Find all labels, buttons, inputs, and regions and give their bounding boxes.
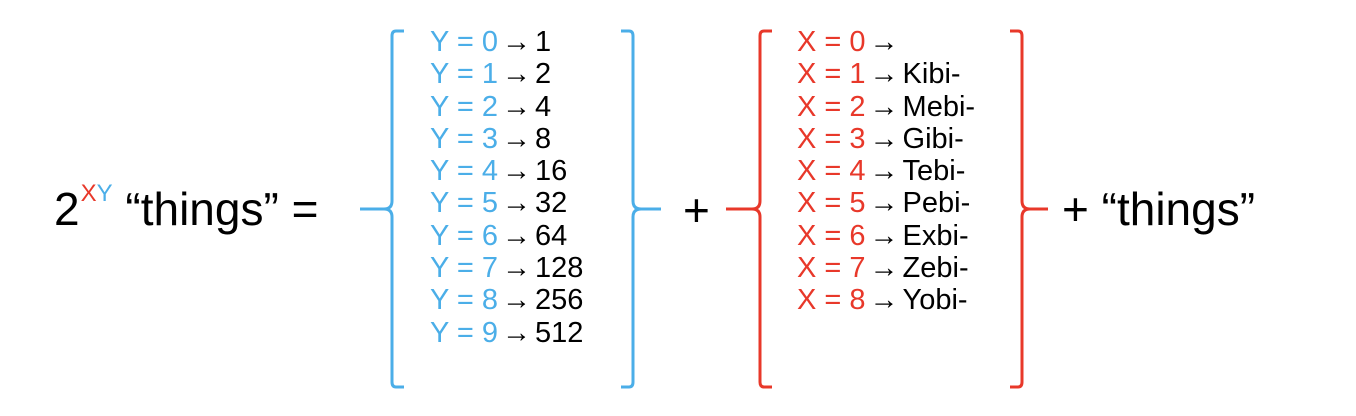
formula-things-equals: “things” = bbox=[125, 183, 319, 235]
formula-exponent: XY bbox=[81, 180, 113, 207]
x-row: X = 7 → Zebi- bbox=[797, 252, 975, 284]
arrow-icon: → bbox=[869, 58, 899, 91]
x-label: X = 7 bbox=[797, 252, 866, 285]
y-value: 256 bbox=[535, 284, 584, 317]
x-label: X = 4 bbox=[797, 155, 866, 188]
arrow-icon: → bbox=[502, 252, 531, 285]
y-row: Y = 1 → 2 bbox=[430, 58, 583, 90]
y-bracket-left bbox=[380, 29, 404, 389]
x-prefix: Pebi- bbox=[902, 187, 971, 220]
arrow-icon: → bbox=[502, 58, 531, 91]
arrow-icon: → bbox=[502, 316, 531, 349]
x-row: X = 6 → Exbi- bbox=[797, 220, 975, 252]
x-label: X = 8 bbox=[797, 284, 866, 317]
y-label: Y = 6 bbox=[430, 219, 498, 252]
arrow-icon: → bbox=[869, 252, 899, 285]
x-label: X = 1 bbox=[797, 58, 866, 91]
arrow-icon: → bbox=[869, 187, 899, 220]
y-row: Y = 5 → 32 bbox=[430, 187, 583, 219]
arrow-icon: → bbox=[502, 219, 531, 252]
y-value: 8 bbox=[535, 122, 552, 155]
x-row: X = 8 → Yobi- bbox=[797, 284, 975, 316]
exponent-y: Y bbox=[96, 180, 113, 207]
y-label: Y = 8 bbox=[430, 284, 498, 317]
x-row: X = 3 → Gibi- bbox=[797, 123, 975, 155]
y-row: Y = 6 → 64 bbox=[430, 220, 583, 252]
y-value: 4 bbox=[535, 90, 552, 123]
x-table: X = 0 → X = 1 → Kibi- X = 2 → Mebi- X = 3 → Gib… bbox=[797, 26, 975, 317]
arrow-icon: → bbox=[869, 155, 899, 188]
y-label: Y = 1 bbox=[430, 58, 498, 91]
y-row: Y = 7 → 128 bbox=[430, 252, 583, 284]
y-value: 32 bbox=[535, 187, 568, 220]
plus-sign: + bbox=[683, 184, 710, 236]
exponent-x: X bbox=[80, 180, 97, 207]
y-value: 512 bbox=[535, 316, 584, 349]
x-prefix: Mebi- bbox=[902, 90, 976, 123]
binary-prefix-diagram: 2XY “things” = Y = 0 → 1 Y = 1 → 2 Y = 2 → 4 Y… bbox=[0, 0, 1356, 416]
y-label: Y = 2 bbox=[430, 90, 498, 123]
y-label: Y = 0 bbox=[430, 26, 498, 58]
arrow-icon: → bbox=[869, 284, 899, 317]
y-row: Y = 9 → 512 bbox=[430, 317, 583, 349]
x-bracket-left bbox=[748, 29, 772, 389]
x-prefix: Kibi- bbox=[902, 58, 961, 91]
x-row: X = 5 → Pebi- bbox=[797, 187, 975, 219]
x-label: X = 0 bbox=[797, 26, 866, 58]
y-label: Y = 9 bbox=[430, 316, 498, 349]
y-label: Y = 7 bbox=[430, 252, 498, 285]
arrow-icon: → bbox=[869, 219, 899, 252]
x-label: X = 3 bbox=[797, 122, 866, 155]
y-value: 64 bbox=[535, 219, 568, 252]
x-label: X = 6 bbox=[797, 219, 866, 252]
formula-base: 2 bbox=[54, 183, 80, 235]
y-label: Y = 4 bbox=[430, 155, 498, 188]
arrow-icon: → bbox=[869, 26, 899, 58]
formula-right-things: + “things” bbox=[1062, 183, 1256, 235]
y-row: Y = 4 → 16 bbox=[430, 155, 583, 187]
x-prefix: Zebi- bbox=[902, 252, 969, 285]
arrow-icon: → bbox=[502, 284, 531, 317]
x-row: X = 0 → bbox=[797, 26, 975, 58]
arrow-icon: → bbox=[502, 90, 531, 123]
y-value: 1 bbox=[535, 26, 552, 58]
x-label: X = 5 bbox=[797, 187, 866, 220]
formula-left: 2XY “things” = bbox=[54, 182, 319, 235]
y-label: Y = 5 bbox=[430, 187, 498, 220]
y-label: Y = 3 bbox=[430, 122, 498, 155]
y-value: 16 bbox=[535, 155, 568, 188]
x-row: X = 4 → Tebi- bbox=[797, 155, 975, 187]
arrow-icon: → bbox=[869, 122, 899, 155]
y-row: Y = 8 → 256 bbox=[430, 284, 583, 316]
y-row: Y = 2 → 4 bbox=[430, 91, 583, 123]
x-prefix: Tebi- bbox=[902, 155, 966, 188]
arrow-icon: → bbox=[869, 90, 899, 123]
y-bracket-right bbox=[621, 29, 661, 389]
x-row: X = 2 → Mebi- bbox=[797, 91, 975, 123]
y-row: Y = 3 → 8 bbox=[430, 123, 583, 155]
x-prefix: Exbi- bbox=[902, 219, 969, 252]
y-table: Y = 0 → 1 Y = 1 → 2 Y = 2 → 4 Y = 3 → 8 Y = 4 → 16… bbox=[430, 26, 583, 349]
y-value: 2 bbox=[535, 58, 552, 91]
x-row: X = 1 → Kibi- bbox=[797, 58, 975, 90]
x-prefix: Yobi- bbox=[902, 284, 968, 317]
arrow-icon: → bbox=[502, 155, 531, 188]
x-bracket-right bbox=[1010, 29, 1048, 389]
arrow-icon: → bbox=[502, 122, 531, 155]
y-value: 128 bbox=[535, 252, 584, 285]
x-prefix: Gibi- bbox=[902, 122, 964, 155]
arrow-icon: → bbox=[502, 187, 531, 220]
y-row: Y = 0 → 1 bbox=[430, 26, 583, 58]
arrow-icon: → bbox=[502, 26, 531, 58]
x-label: X = 2 bbox=[797, 90, 866, 123]
